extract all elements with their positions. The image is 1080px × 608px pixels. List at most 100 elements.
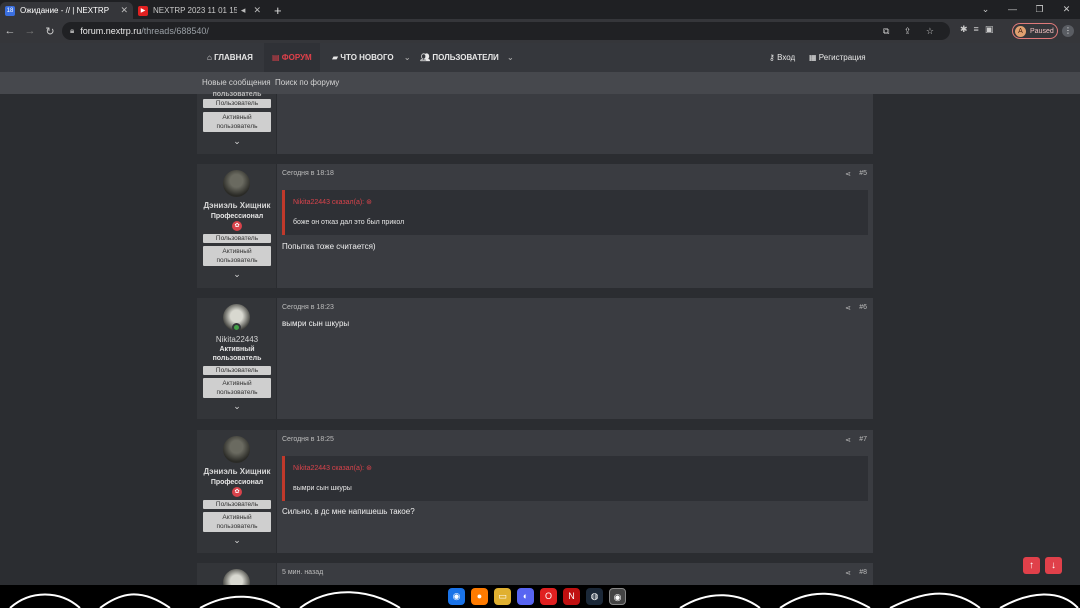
user-group-badge: Пользователь xyxy=(203,234,271,243)
post-number[interactable]: #8 xyxy=(859,569,867,576)
tab-search-icon[interactable]: ⌄ xyxy=(972,0,999,19)
user-group-badge: Активный пользователь xyxy=(203,246,271,266)
browser-tabbar: 18 Ожидание - // | NEXTRP ✕ ▶ NEXTRP 202… xyxy=(0,0,1080,19)
username-link[interactable]: Nikita22443 xyxy=(197,335,277,344)
window-close-icon[interactable]: ✕ xyxy=(1053,0,1080,19)
nav-home[interactable]: ⌂ ГЛАВНАЯ xyxy=(207,43,253,72)
post-author-panel xyxy=(197,563,277,585)
post-number[interactable]: #7 xyxy=(859,436,867,443)
chevron-down-icon[interactable]: ⌄ xyxy=(404,53,411,62)
post-date[interactable]: Сегодня в 18:25 xyxy=(282,436,334,443)
share-icon[interactable]: ⋖ xyxy=(845,569,851,577)
user-group-badge: Пользователь xyxy=(203,500,271,509)
chevron-down-icon[interactable]: ⌄ xyxy=(197,269,277,280)
app-orange-icon[interactable]: ● xyxy=(471,588,488,605)
nav-whats-new[interactable]: ▰ ЧТО НОВОГО ⌄ xyxy=(332,43,411,72)
browser-tab-forum[interactable]: 18 Ожидание - // | NEXTRP ✕ xyxy=(0,2,133,19)
avatar[interactable] xyxy=(223,569,250,585)
avatar[interactable] xyxy=(223,436,250,463)
arrow-down-icon: ↓ xyxy=(1051,560,1056,571)
scroll-top-button[interactable]: ↑ xyxy=(1023,557,1040,574)
home-icon: ⌂ xyxy=(207,53,212,62)
taskbar-apps: ◉ ● ▭ ◐ O N ◍ ◉ xyxy=(448,588,626,605)
new-tab-button[interactable]: + xyxy=(274,2,282,19)
speaker-icon[interactable]: ◂ xyxy=(241,5,246,16)
post-date[interactable]: 5 мин. назад xyxy=(282,569,323,576)
lock-icon[interactable]: 🔒︎ xyxy=(70,26,74,36)
discord-icon[interactable]: ◐ xyxy=(517,588,534,605)
opera-icon[interactable]: O xyxy=(540,588,557,605)
post-body: 5 мин. назад ⋖ #8 xyxy=(277,563,873,585)
address-bar[interactable]: 🔒︎ forum.nextrp.ru /threads/688540/ ⧉ ⇪ … xyxy=(62,22,950,40)
more-menu-icon[interactable]: ⋮ xyxy=(1062,25,1074,37)
arrow-up-circle-icon[interactable]: ⊛ xyxy=(366,465,372,472)
user-title: Профессионал xyxy=(210,213,264,220)
forward-icon[interactable]: → xyxy=(20,25,40,37)
maximize-icon[interactable]: ❐ xyxy=(1026,0,1053,19)
close-icon[interactable]: ✕ xyxy=(120,5,128,16)
chevron-down-icon[interactable]: ⌄ xyxy=(197,401,277,412)
share-icon[interactable]: ⋖ xyxy=(845,304,851,312)
trophy-icon[interactable]: ✿ xyxy=(232,487,242,497)
sidepanel-icon[interactable]: ▣ xyxy=(985,24,994,35)
arrow-up-circle-icon[interactable]: ⊛ xyxy=(366,199,372,206)
group-line: пользователь xyxy=(216,389,258,396)
chevron-down-icon[interactable]: ⌄ xyxy=(197,136,277,147)
quote-block: Nikita22443 сказал(а): ⊛ боже он отказ д… xyxy=(282,190,868,235)
youtube-favicon-icon: ▶ xyxy=(138,5,148,16)
profile-button[interactable]: A Paused xyxy=(1012,23,1058,39)
avatar[interactable] xyxy=(223,170,250,197)
back-icon[interactable]: ← xyxy=(0,25,20,37)
post-number[interactable]: #5 xyxy=(859,170,867,177)
nav-members[interactable]: 👥︎ ПОЛЬЗОВАТЕЛИ ⌄ xyxy=(420,43,514,72)
post-6: Nikita22443 Активный пользователь Пользо… xyxy=(197,298,873,419)
register-label: Регистрация xyxy=(818,53,866,62)
quote-author[interactable]: Nikita22443 сказал(а): ⊛ xyxy=(293,464,372,472)
key-icon: ⚷ xyxy=(769,53,775,62)
register-link[interactable]: ▦ Регистрация xyxy=(809,43,866,72)
post-author-panel: пользователь Пользователь Активный польз… xyxy=(197,91,277,154)
share-icon[interactable]: ⋖ xyxy=(845,436,851,444)
group-line: Активный xyxy=(222,114,252,121)
browser-toolbar: ← → ↻ 🔒︎ forum.nextrp.ru /threads/688540… xyxy=(0,19,1080,43)
chrome-profile-icon[interactable]: ◉ xyxy=(609,588,626,605)
share-icon[interactable]: ⋖ xyxy=(845,170,851,178)
scroll-bottom-button[interactable]: ↓ xyxy=(1045,557,1062,574)
user-title: Профессионал xyxy=(210,479,264,486)
online-status-icon xyxy=(232,323,241,332)
reload-icon[interactable]: ↻ xyxy=(40,25,60,38)
login-link[interactable]: ⚷ Вход xyxy=(769,43,795,72)
post-date[interactable]: Сегодня в 18:23 xyxy=(282,304,334,311)
avatar: A xyxy=(1015,25,1026,37)
quote-author-text: Nikita22443 сказал(а): xyxy=(293,199,365,206)
netflix-icon[interactable]: N xyxy=(563,588,580,605)
quote-author[interactable]: Nikita22443 сказал(а): ⊛ xyxy=(293,198,372,206)
chrome-icon[interactable]: ◉ xyxy=(448,588,465,605)
media-icon[interactable]: ≡ xyxy=(974,24,979,35)
file-explorer-icon[interactable]: ▭ xyxy=(494,588,511,605)
chevron-down-icon[interactable]: ⌄ xyxy=(507,53,514,62)
chevron-down-icon[interactable]: ⌄ xyxy=(197,535,277,546)
post-message: Сильно, в дс мне напишешь такое? xyxy=(282,507,415,516)
quote-block: Nikita22443 сказал(а): ⊛ вымри сын шкуры xyxy=(282,456,868,501)
quote-author-text: Nikita22443 сказал(а): xyxy=(293,465,365,472)
search-forum-link[interactable]: Поиск по форуму xyxy=(275,72,339,94)
url-host: forum.nextrp.ru xyxy=(80,26,142,36)
omnibox-actions-icons[interactable]: ⧉ ⇪ ☆ xyxy=(883,26,940,37)
user-title: пользователь xyxy=(212,91,262,98)
steam-icon[interactable]: ◍ xyxy=(586,588,603,605)
post-number[interactable]: #6 xyxy=(859,304,867,311)
group-line: Активный xyxy=(222,514,252,521)
minimize-icon[interactable]: — xyxy=(999,0,1026,19)
post-date[interactable]: Сегодня в 18:18 xyxy=(282,170,334,177)
username-link[interactable]: Дэниэль Хищник xyxy=(197,201,277,210)
window-controls: ⌄ — ❐ ✕ xyxy=(972,0,1080,19)
nav-home-label: ГЛАВНАЯ xyxy=(214,53,253,62)
close-icon[interactable]: ✕ xyxy=(253,5,261,16)
trophy-icon[interactable]: ✿ xyxy=(232,221,242,231)
browser-tab-youtube[interactable]: ▶ NEXTRP 2023 11 01 15 18 2 ◂ ✕ xyxy=(133,2,266,19)
group-line: Активный xyxy=(222,248,252,255)
username-link[interactable]: Дэниэль Хищник xyxy=(197,467,277,476)
extensions-icon[interactable]: ✱ xyxy=(960,24,968,35)
nav-forums[interactable]: ▤ ФОРУМ xyxy=(264,43,320,72)
